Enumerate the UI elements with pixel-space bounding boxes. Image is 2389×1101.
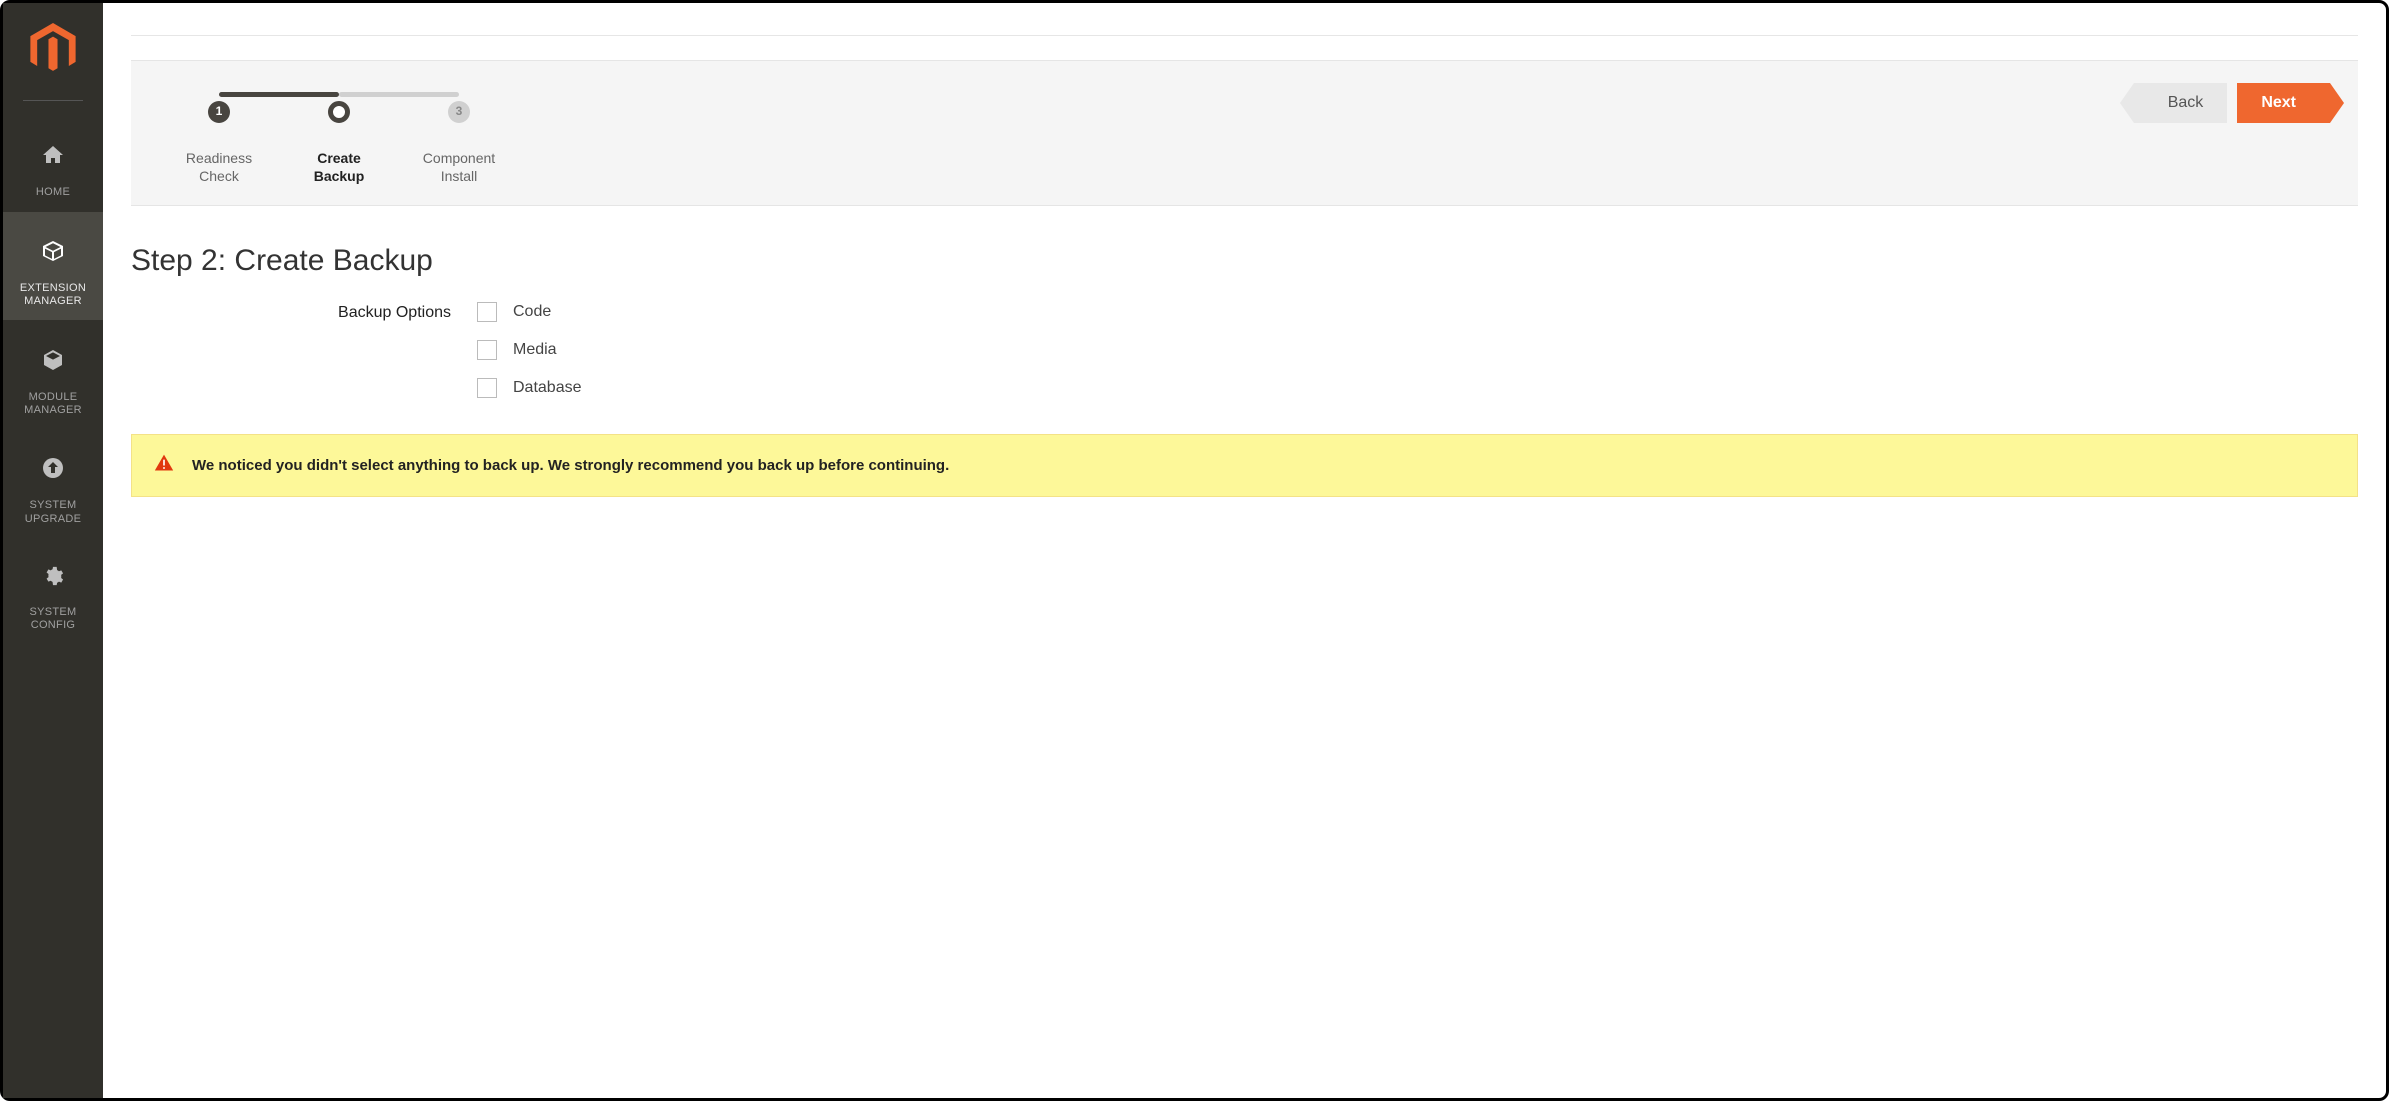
main-content: 1 Readiness Check Create Backup 3 Compon… [103,3,2386,1098]
sidebar-item-label: HOME [36,186,70,198]
sidebar: HOME EXTENSION MANAGER MODULE MANAGER SY… [3,3,103,1098]
sidebar-item-system-config[interactable]: SYSTEM CONFIG [3,538,103,645]
magento-logo-icon [30,23,76,80]
sidebar-item-module-manager[interactable]: MODULE MANAGER [3,320,103,429]
media-checkbox[interactable] [477,340,497,360]
checkbox-label[interactable]: Database [513,379,582,397]
code-checkbox[interactable] [477,302,497,322]
sidebar-item-label: SYSTEM CONFIG [29,606,76,631]
wizard-step-label: Create Backup [314,150,365,184]
step-number-icon: 3 [448,101,470,123]
sidebar-item-label: MODULE MANAGER [24,391,82,416]
backup-options-list: Code Media Database [477,302,582,398]
home-icon [7,143,99,167]
sidebar-item-label: SYSTEM UPGRADE [25,499,82,524]
sidebar-item-extension-manager[interactable]: EXTENSION MANAGER [3,212,103,321]
backup-option-database: Database [477,378,582,398]
page-title: Step 2: Create Backup [131,244,2358,278]
warning-alert-text: We noticed you didn't select anything to… [192,457,949,474]
wizard-step-label: Readiness Check [186,150,252,184]
sidebar-item-home[interactable]: HOME [3,116,103,212]
sidebar-item-system-upgrade[interactable]: SYSTEM UPGRADE [3,429,103,538]
top-divider [131,35,2358,36]
sidebar-divider [23,100,83,101]
backup-option-media: Media [477,340,582,360]
wizard-step-readiness-check[interactable]: 1 Readiness Check [159,83,279,185]
wizard-progress-bar: 1 Readiness Check Create Backup 3 Compon… [131,60,2358,206]
checkbox-label[interactable]: Code [513,303,551,321]
backup-options-section: Backup Options Code Media Database [131,302,2358,398]
step-current-icon [328,101,350,123]
progress-track-remaining [339,92,459,97]
gear-icon [7,565,99,587]
sidebar-item-label: EXTENSION MANAGER [20,282,86,307]
wizard-nav-buttons: Back Next [2134,83,2330,123]
wizard-step-create-backup[interactable]: Create Backup [279,83,399,185]
wizard-step-label: Component Install [423,150,495,184]
warning-alert: We noticed you didn't select anything to… [131,434,2358,497]
backup-options-label: Backup Options [131,302,451,322]
upgrade-arrow-icon [7,456,99,480]
cube-icon [7,348,99,372]
wizard-step-component-install[interactable]: 3 Component Install [399,83,519,185]
step-number-icon: 1 [208,101,230,123]
progress-track-done [219,92,339,97]
database-checkbox[interactable] [477,378,497,398]
checkbox-label[interactable]: Media [513,341,557,359]
next-button[interactable]: Next [2237,83,2330,123]
back-button[interactable]: Back [2134,83,2228,123]
backup-option-code: Code [477,302,582,322]
package-icon [7,239,99,263]
wizard-steps: 1 Readiness Check Create Backup 3 Compon… [159,83,519,185]
warning-triangle-icon [154,453,174,478]
